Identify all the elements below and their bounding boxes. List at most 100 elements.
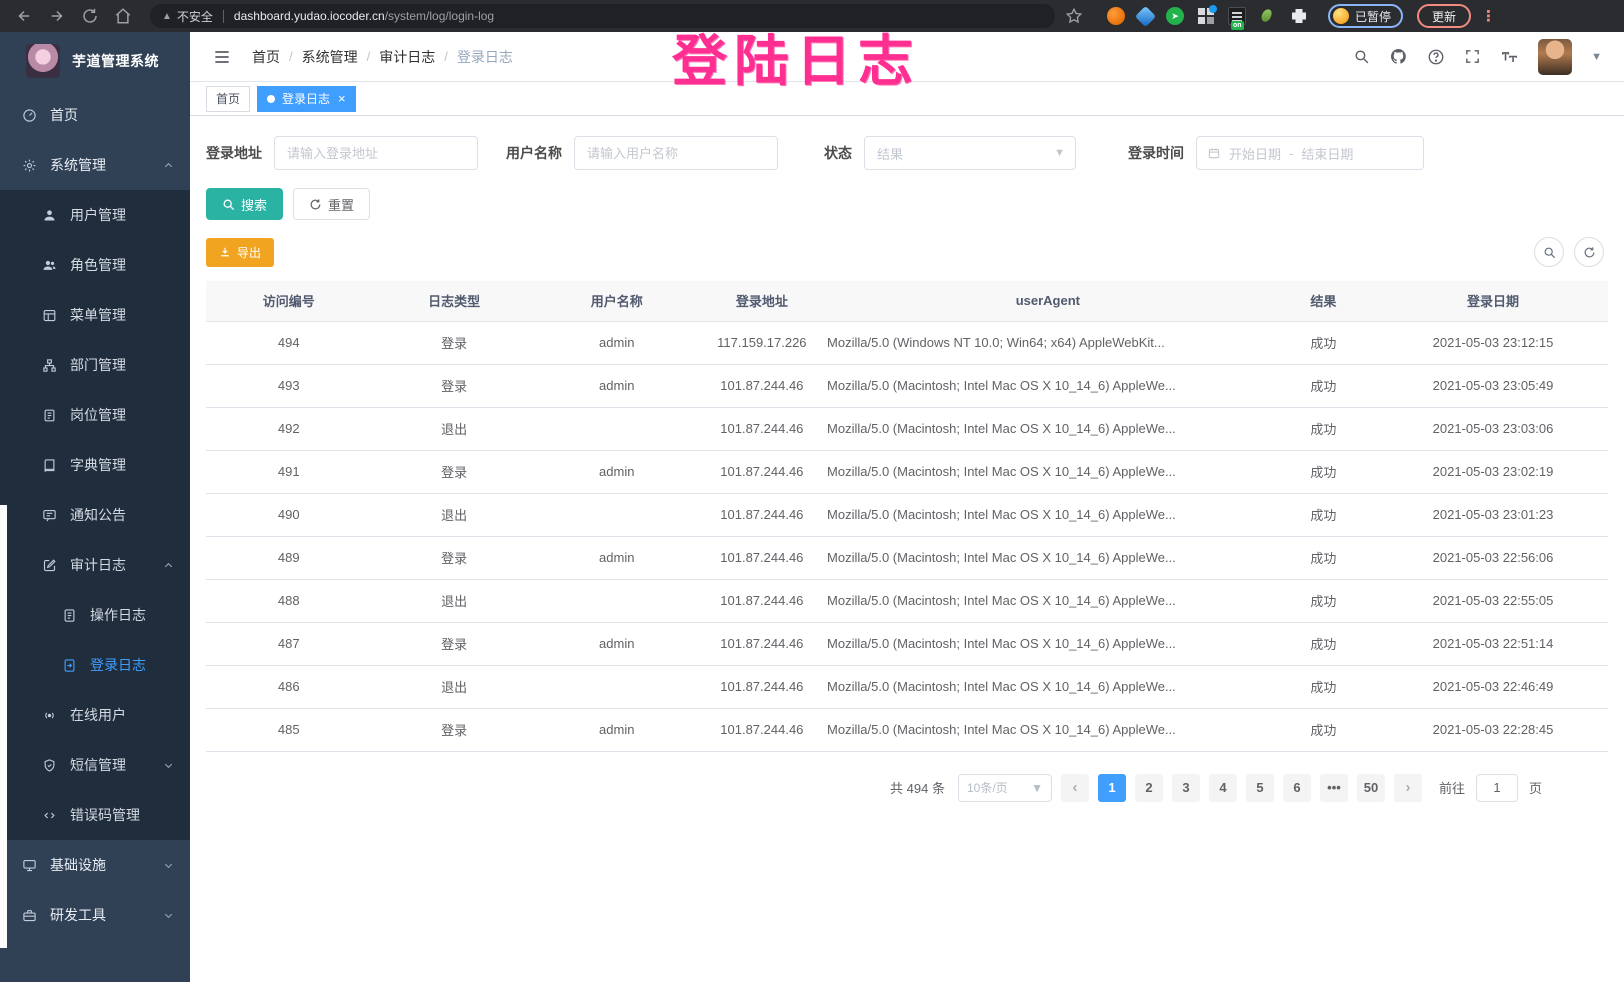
more-pages-button[interactable]: ••• [1320,774,1348,802]
extensions-row: ➤ on [1107,7,1308,25]
cell-login-date: 2021-05-03 22:56:06 [1378,536,1608,579]
sidebar-item-system[interactable]: 系统管理 [0,140,190,190]
cell-id: 493 [206,364,371,407]
page-button-4[interactable]: 4 [1209,774,1237,802]
sidebar-item-online-users[interactable]: 在线用户 [0,690,190,740]
date-range-picker[interactable]: 开始日期 - 结束日期 [1196,136,1424,170]
cell-result: 成功 [1269,493,1378,536]
cell-log-type: 退出 [371,493,536,536]
sidebar-item-infra[interactable]: 基础设施 [0,840,190,890]
browser-menu-icon[interactable]: ⋮ [1481,7,1496,25]
page-button-6[interactable]: 6 [1283,774,1311,802]
sidebar-item-error-code[interactable]: 错误码管理 [0,790,190,840]
cell-login-date: 2021-05-03 22:46:49 [1378,665,1608,708]
status-select[interactable]: 结果 ▼ [864,136,1076,170]
breadcrumb-audit[interactable]: 审计日志 [379,47,435,67]
refresh-table-button[interactable] [1574,237,1604,267]
cell-result: 成功 [1269,665,1378,708]
book-icon [42,458,57,473]
search-button[interactable]: 搜索 [206,188,283,220]
breadcrumb-system[interactable]: 系统管理 [302,47,358,67]
page-button-5[interactable]: 5 [1246,774,1274,802]
cell-log-type: 登录 [371,622,536,665]
reset-button[interactable]: 重置 [293,188,370,220]
page-button-50[interactable]: 50 [1357,774,1385,802]
search-icon[interactable] [1353,48,1370,65]
cell-ip: 101.87.244.46 [697,536,827,579]
extension-orange-icon[interactable] [1107,7,1125,25]
security-indicator[interactable]: ▲ 不安全 [162,8,213,25]
caret-down-icon[interactable]: ▼ [1591,51,1602,63]
sidebar-scrollbar[interactable] [0,505,7,948]
cell-login-date: 2021-05-03 22:51:14 [1378,622,1608,665]
profile-paused-pill[interactable]: 已暂停 [1328,4,1403,28]
sidebar-item-notice[interactable]: 通知公告 [0,490,190,540]
help-icon[interactable] [1427,48,1445,66]
cell-username [537,579,697,622]
sidebar-item-dict[interactable]: 字典管理 [0,440,190,490]
status-label: 状态 [824,143,852,163]
cell-user-agent: Mozilla/5.0 (Macintosh; Intel Mac OS X 1… [827,450,1269,493]
cell-result: 成功 [1269,579,1378,622]
goto-page-input[interactable] [1476,774,1518,802]
user-avatar[interactable] [1538,39,1572,75]
address-bar[interactable]: ▲ 不安全 dashboard.yudao.iocoder.cn/system/… [150,4,1055,28]
forward-icon[interactable] [48,7,66,25]
fullscreen-icon[interactable] [1464,48,1481,65]
sidebar-item-label: 登录日志 [90,655,146,675]
font-size-icon[interactable] [1500,47,1519,66]
shield-check-icon [42,758,57,773]
extensions-puzzle-icon[interactable] [1290,7,1308,25]
page-button-1[interactable]: 1 [1098,774,1126,802]
sidebar-item-posts[interactable]: 岗位管理 [0,390,190,440]
bookmark-star-icon[interactable] [1065,7,1083,25]
close-icon[interactable]: × [338,92,346,105]
sidebar: 芋道管理系统 首页 系统管理 用户管理 角色管理 [0,32,190,982]
extension-grid-icon[interactable] [1197,7,1215,25]
navbar-actions: ▼ [1353,39,1602,75]
cell-log-type: 登录 [371,708,536,751]
tab-home[interactable]: 首页 [206,86,250,112]
cell-log-type: 登录 [371,364,536,407]
cell-id: 487 [206,622,371,665]
sidebar-item-operate-log[interactable]: 操作日志 [0,590,190,640]
home-icon[interactable] [114,7,132,25]
hamburger-icon[interactable] [212,47,232,67]
cell-username [537,493,697,536]
extension-green-arrow-icon[interactable]: ➤ [1166,7,1184,25]
extension-sprout-icon[interactable] [1259,7,1277,25]
cell-result: 成功 [1269,321,1378,364]
sidebar-item-roles[interactable]: 角色管理 [0,240,190,290]
username-input[interactable] [574,136,778,170]
page-button-2[interactable]: 2 [1135,774,1163,802]
cell-id: 490 [206,493,371,536]
sidebar-item-home[interactable]: 首页 [0,90,190,140]
sidebar-item-audit-log[interactable]: 审计日志 [0,540,190,590]
extension-tabs-icon[interactable]: on [1228,7,1246,25]
sidebar-item-login-log[interactable]: 登录日志 [0,640,190,690]
github-icon[interactable] [1389,47,1408,66]
update-button[interactable]: 更新 [1417,4,1471,28]
prev-page-button[interactable]: ‹ [1061,774,1089,802]
header-ip: 登录地址 [697,281,827,321]
next-page-button[interactable]: › [1394,774,1422,802]
reload-icon[interactable] [81,7,99,25]
page-button-3[interactable]: 3 [1172,774,1200,802]
address-input[interactable] [274,136,478,170]
tab-login-log[interactable]: 登录日志 × [257,86,356,112]
page-size-select[interactable]: 10条/页 ▼ [958,774,1052,802]
sidebar-item-users[interactable]: 用户管理 [0,190,190,240]
sidebar-item-menus[interactable]: 菜单管理 [0,290,190,340]
breadcrumb-home[interactable]: 首页 [252,47,280,67]
toggle-search-button[interactable] [1534,237,1564,267]
sidebar-item-depts[interactable]: 部门管理 [0,340,190,390]
cell-user-agent: Mozilla/5.0 (Macintosh; Intel Mac OS X 1… [827,407,1269,450]
badge-icon [42,408,57,423]
users-icon [42,258,57,273]
sidebar-item-devtools[interactable]: 研发工具 [0,890,190,940]
export-button[interactable]: 导出 [206,238,274,267]
cell-login-date: 2021-05-03 23:02:19 [1378,450,1608,493]
extension-gem-icon[interactable] [1135,5,1156,26]
back-icon[interactable] [15,7,33,25]
sidebar-item-sms[interactable]: 短信管理 [0,740,190,790]
